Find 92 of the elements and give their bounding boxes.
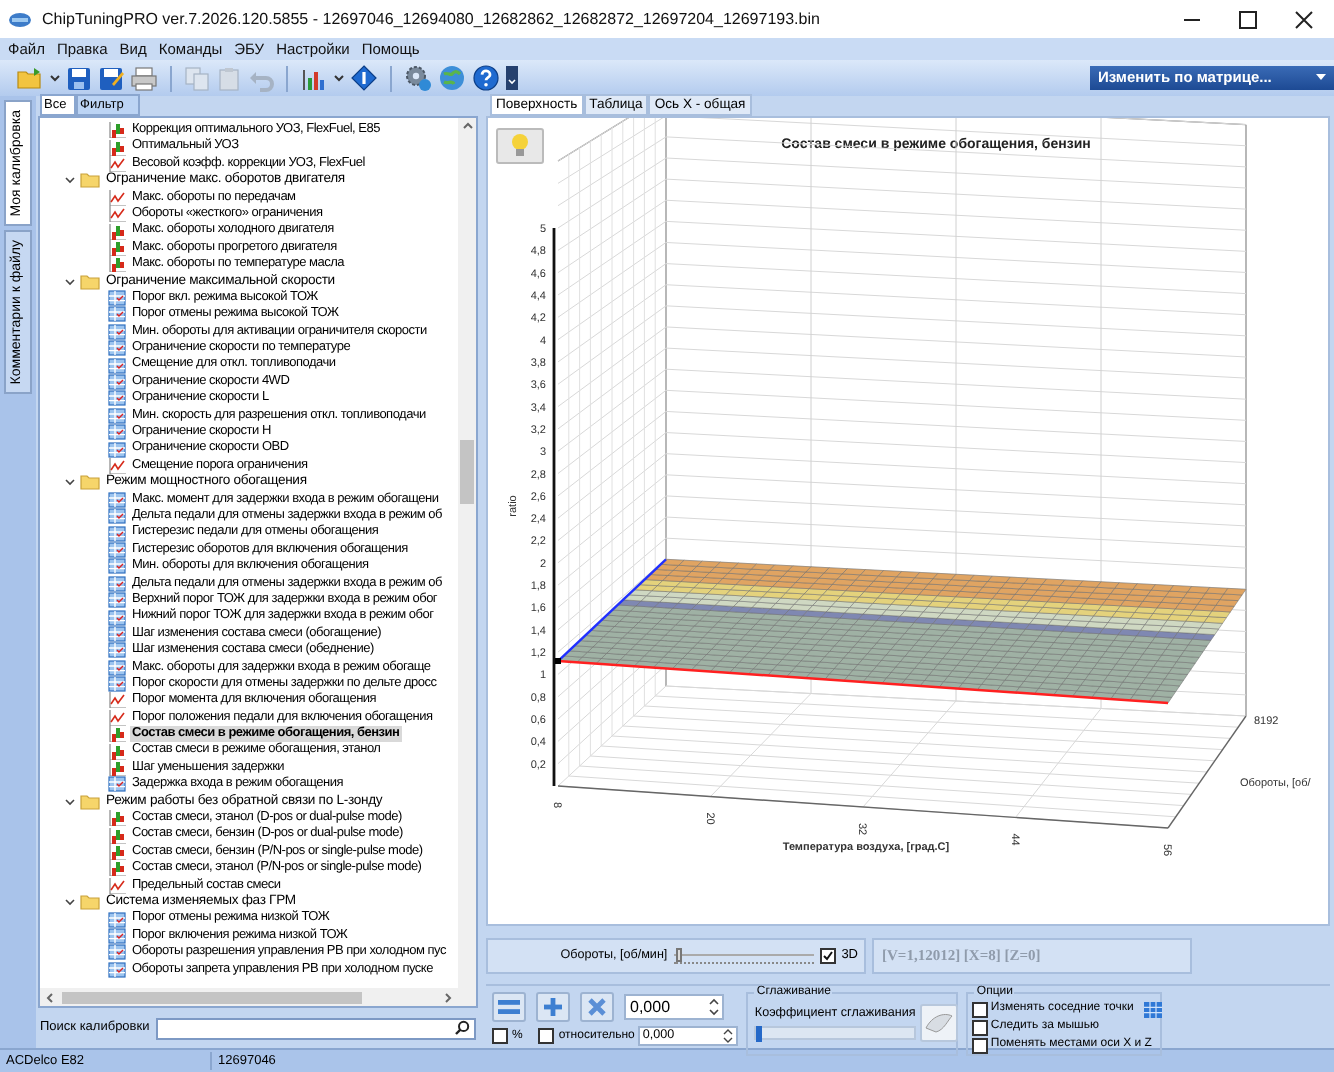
search-field[interactable]	[155, 1017, 476, 1039]
scrollbar-thumb[interactable]	[460, 440, 474, 504]
table-icon	[108, 625, 126, 642]
expander-icon[interactable]	[64, 896, 76, 909]
app-logo-icon	[8, 9, 32, 29]
spinner-icon[interactable]	[722, 1028, 735, 1044]
scroll-left-icon[interactable]	[44, 991, 54, 1003]
table-icon	[108, 508, 126, 525]
map-icon	[108, 726, 126, 743]
curve-icon	[108, 155, 126, 172]
close-icon[interactable]	[1294, 9, 1314, 29]
checkbox[interactable]	[538, 1028, 555, 1044]
help-icon[interactable]	[472, 64, 500, 92]
scrollbar-thumb[interactable]	[62, 991, 362, 1003]
overflow-caret-icon[interactable]	[506, 66, 518, 90]
table-icon	[108, 441, 126, 458]
chart-icon[interactable]	[300, 65, 328, 91]
map-icon	[108, 860, 126, 877]
table-icon[interactable]	[1143, 1001, 1162, 1017]
table-icon	[108, 575, 126, 592]
gear-icon[interactable]	[404, 64, 432, 92]
map-icon	[108, 122, 126, 139]
folder-icon	[80, 474, 100, 491]
table-icon	[108, 961, 126, 978]
expander-icon[interactable]	[64, 795, 76, 808]
table-icon	[108, 525, 126, 542]
table-icon	[108, 558, 126, 575]
slider-thumb[interactable]	[676, 948, 683, 962]
maximize-icon[interactable]	[1238, 9, 1258, 29]
map-icon	[108, 810, 126, 827]
curve-icon	[108, 877, 126, 894]
table-icon	[108, 340, 126, 357]
table-icon	[108, 776, 126, 793]
table-icon	[108, 592, 126, 609]
scroll-up-icon[interactable]	[461, 120, 473, 130]
checkbox[interactable]	[972, 1001, 989, 1017]
curve-icon	[108, 458, 126, 474]
save-as-icon[interactable]	[98, 65, 124, 91]
table-icon	[108, 659, 126, 676]
table-icon	[108, 944, 126, 961]
clipboard-icon[interactable]	[216, 65, 242, 91]
slider-thumb[interactable]	[756, 1026, 763, 1043]
table-icon	[108, 357, 126, 374]
table-icon	[108, 609, 126, 626]
search-icon[interactable]	[454, 1020, 470, 1036]
table-icon	[108, 642, 126, 659]
save-icon[interactable]	[66, 65, 92, 91]
table-icon	[108, 407, 126, 424]
curve-icon	[108, 709, 126, 726]
multiply-button[interactable]	[580, 992, 614, 1022]
checkbox[interactable]	[972, 1019, 989, 1035]
map-icon	[108, 223, 126, 240]
table-icon	[108, 374, 126, 391]
table-icon	[108, 323, 126, 340]
map-icon	[108, 843, 126, 860]
checkbox[interactable]	[972, 1037, 989, 1053]
table-icon	[108, 290, 126, 307]
table-icon	[108, 911, 126, 928]
value-field[interactable]: 0,000	[624, 994, 724, 1020]
expander-icon[interactable]	[64, 476, 76, 489]
map-icon	[108, 256, 126, 273]
map-icon	[108, 760, 126, 777]
expander-icon[interactable]	[64, 275, 76, 288]
rpm-slider[interactable]	[673, 948, 814, 964]
folder-icon	[80, 273, 100, 290]
curve-icon	[108, 692, 126, 709]
checkbox[interactable]	[492, 1028, 508, 1044]
table-icon	[108, 390, 126, 407]
folder-icon	[80, 793, 100, 810]
table-icon	[108, 541, 126, 558]
curve-icon	[108, 189, 126, 206]
table-icon	[108, 491, 126, 508]
smoothing-slider[interactable]	[754, 1026, 916, 1041]
table-icon	[108, 424, 126, 441]
table-icon	[108, 306, 126, 323]
table-icon	[108, 676, 126, 693]
map-icon	[108, 827, 126, 844]
window-title: ChipTuningPRO ver.7.2026.120.5855 - 12697046_12694080_12682862_12682872_12697204_12697193.bin	[42, 7, 820, 31]
map-icon	[108, 139, 126, 156]
folder-icon	[80, 172, 100, 189]
checkbox[interactable]	[819, 948, 836, 964]
diamond-icon[interactable]	[350, 64, 378, 92]
scroll-right-icon[interactable]	[444, 991, 454, 1003]
printer-icon[interactable]	[130, 65, 158, 91]
caret-icon[interactable]	[1316, 74, 1326, 82]
map-icon	[108, 743, 126, 760]
spinner-icon[interactable]	[708, 996, 720, 1018]
folder-icon	[80, 894, 100, 911]
curve-icon	[108, 206, 126, 223]
map-icon	[108, 239, 126, 256]
expander-icon[interactable]	[64, 174, 76, 187]
table-icon	[108, 927, 126, 944]
